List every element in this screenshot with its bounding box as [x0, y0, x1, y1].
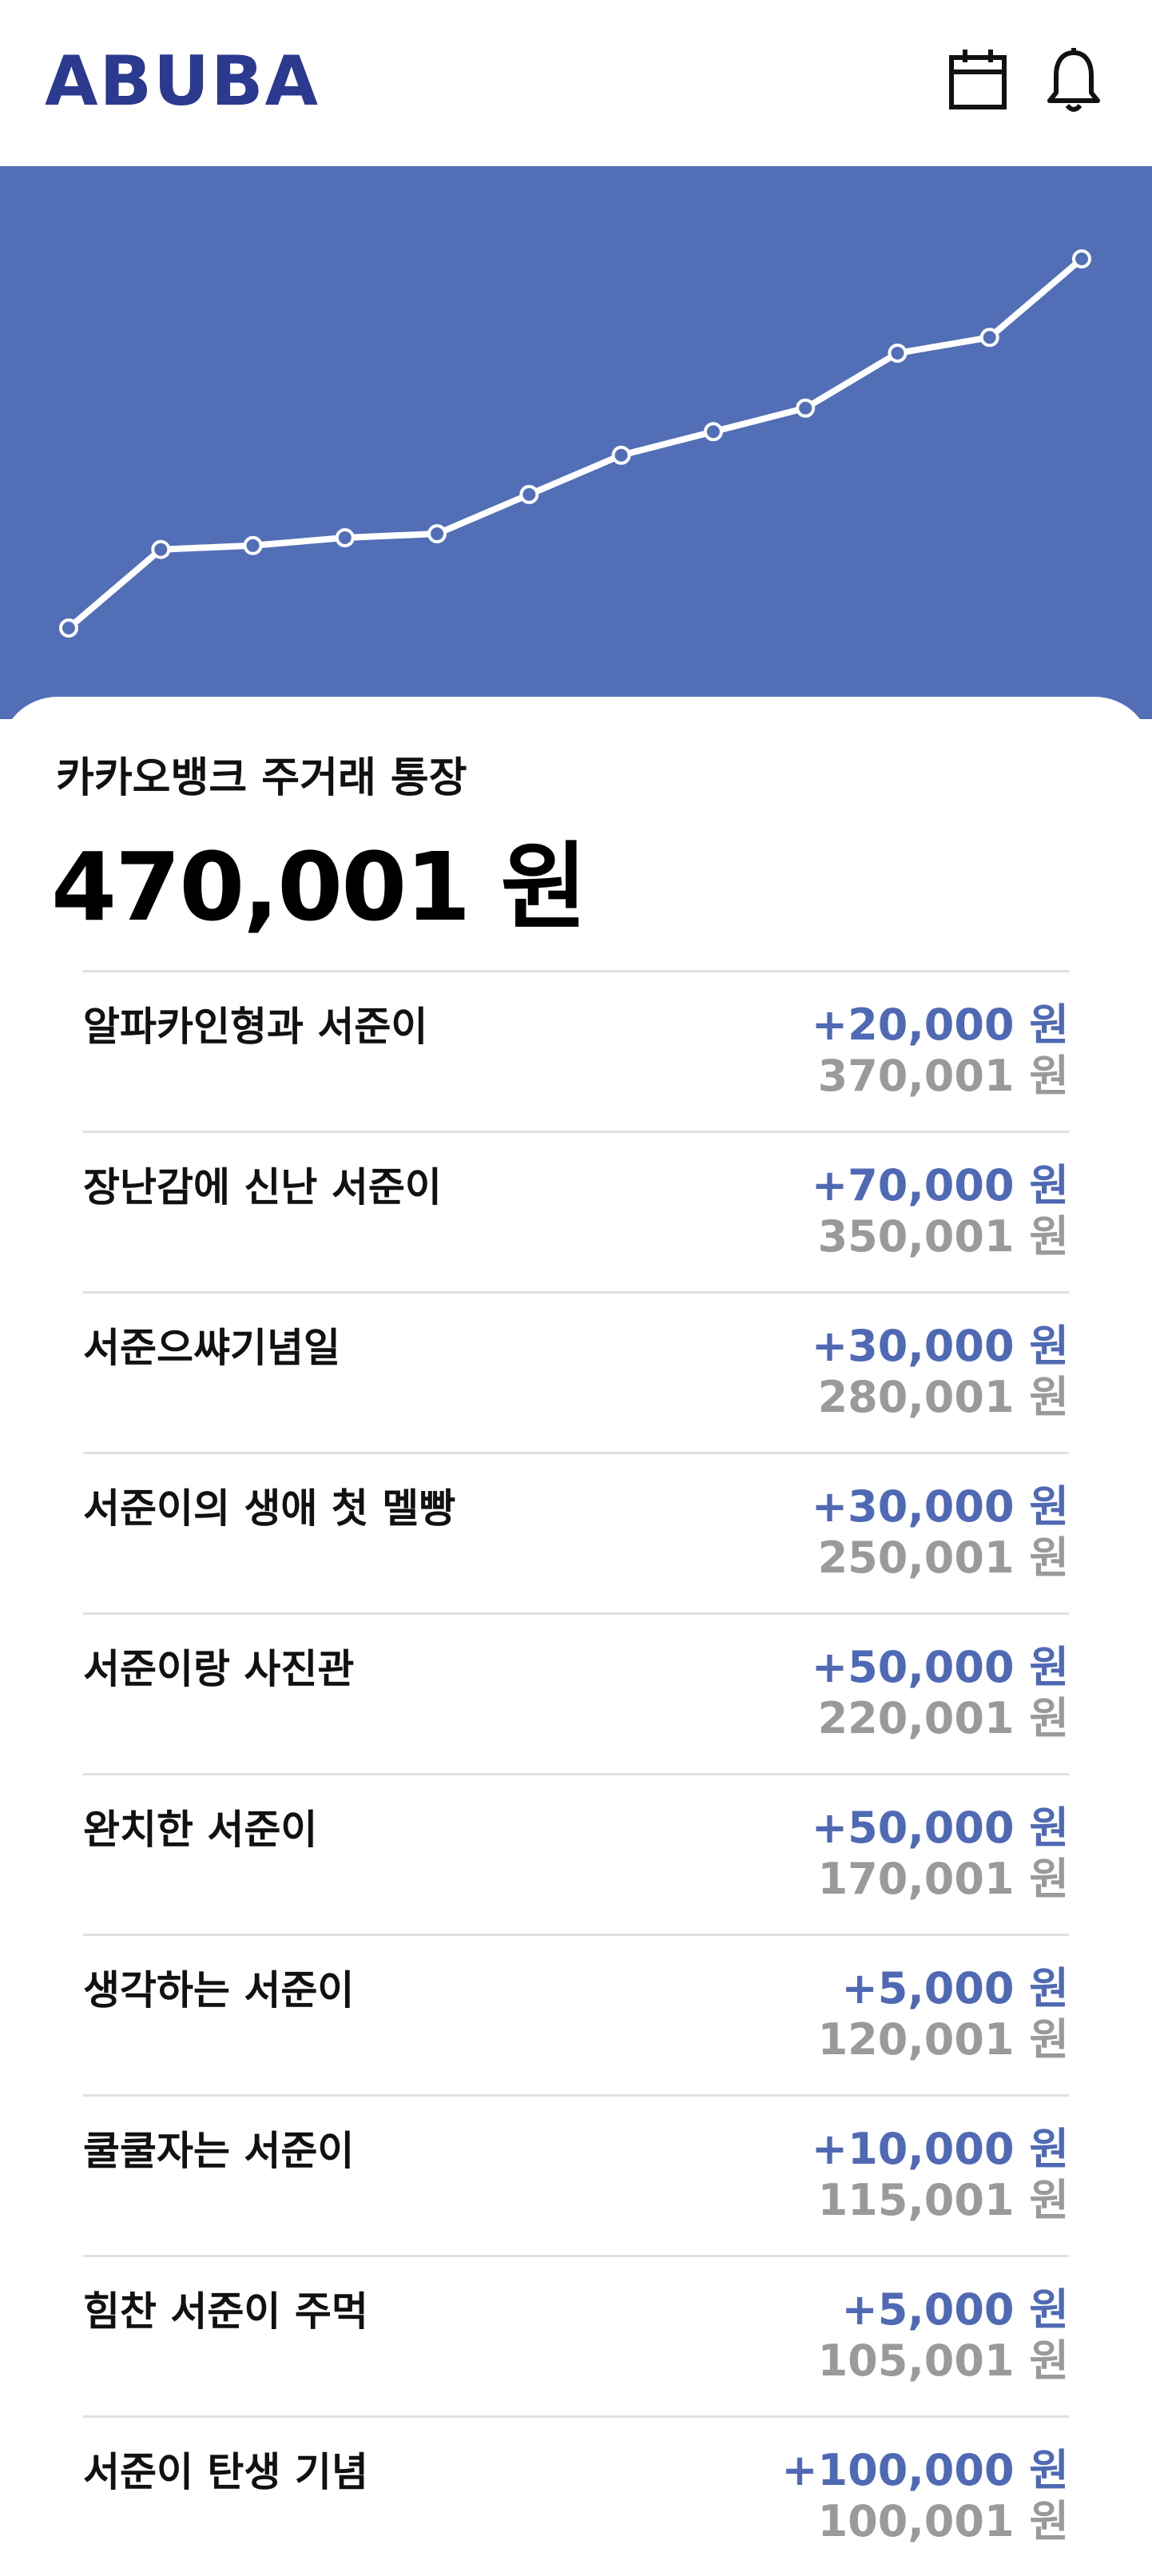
transaction-row[interactable]: 힘찬 서준이 주먹 +5,000 원 105,001 원	[83, 2255, 1069, 2415]
transaction-title: 알파카인형과 서준이	[83, 1004, 428, 1050]
balance-data-point	[519, 484, 539, 504]
app-logo[interactable]: ABUBA	[45, 42, 320, 121]
transaction-balance: 350,001 원	[817, 1211, 1069, 1262]
transaction-row[interactable]: 쿨쿨자는 서준이 +10,000 원 115,001 원	[83, 2094, 1069, 2255]
transaction-amount: +100,000 원	[781, 2445, 1069, 2495]
bell-icon	[1047, 48, 1100, 112]
transaction-title: 쿨쿨자는 서준이	[83, 2128, 355, 2174]
transaction-row[interactable]: 생각하는 서준이 +5,000 원 120,001 원	[83, 1934, 1069, 2094]
account-name: 카카오뱅크 주거래 통장	[56, 754, 467, 802]
account-sheet: 카카오뱅크 주거래 통장 470,001 원 알파카인형과 서준이 +20,000…	[0, 697, 1152, 2558]
transaction-amount: +70,000 원	[811, 1160, 1069, 1210]
transaction-title: 장난감에 신난 서준이	[83, 1164, 442, 1210]
transaction-amount: +5,000 원	[841, 2284, 1069, 2335]
balance-series-line	[66, 256, 1085, 631]
transaction-amount: +50,000 원	[811, 1642, 1069, 1692]
balance-data-point	[151, 539, 171, 559]
transaction-amount: +30,000 원	[811, 1321, 1069, 1371]
account-balance: 470,001 원	[51, 832, 587, 942]
transaction-title: 서준이랑 사진관	[83, 1646, 355, 1692]
transaction-balance: 220,001 원	[817, 1693, 1069, 1743]
transaction-amount: +20,000 원	[811, 1000, 1069, 1050]
transaction-balance: 250,001 원	[817, 1532, 1069, 1583]
transaction-row[interactable]: 서준이 탄생 기념 +100,000 원 100,001 원	[83, 2415, 1069, 2576]
transaction-balance: 370,001 원	[817, 1051, 1069, 1101]
transaction-title: 서준으쌰기념일	[83, 1325, 340, 1371]
balance-data-point	[427, 524, 447, 544]
transaction-amount: +30,000 원	[811, 1481, 1069, 1532]
calendar-button[interactable]	[947, 46, 1008, 113]
transaction-list: 알파카인형과 서준이 +20,000 원 370,001 원장난감에 신난 서준이 +…	[83, 970, 1069, 2576]
transaction-title: 서준이 탄생 기념	[83, 2449, 368, 2495]
transaction-row[interactable]: 장난감에 신난 서준이 +70,000 원 350,001 원	[83, 1131, 1069, 1291]
balance-data-point	[335, 527, 355, 547]
transaction-balance: 120,001 원	[817, 2014, 1069, 2065]
transaction-row[interactable]: 서준이의 생애 첫 멜빵 +30,000 원 250,001 원	[83, 1452, 1069, 1612]
transaction-title: 완치한 서준이	[83, 1807, 318, 1853]
balance-data-point	[243, 535, 263, 555]
balance-data-point	[59, 618, 78, 638]
balance-data-point	[611, 445, 631, 465]
transaction-balance: 100,001 원	[817, 2496, 1069, 2546]
calendar-icon	[949, 50, 1007, 109]
transaction-row[interactable]: 알파카인형과 서준이 +20,000 원 370,001 원	[83, 970, 1069, 1131]
transaction-row[interactable]: 서준으쌰기념일 +30,000 원 280,001 원	[83, 1291, 1069, 1452]
transaction-row[interactable]: 완치한 서준이 +50,000 원 170,001 원	[83, 1773, 1069, 1934]
transaction-balance: 105,001 원	[817, 2335, 1069, 2386]
balance-line-chart	[59, 249, 1091, 638]
transaction-amount: +5,000 원	[841, 1963, 1069, 2013]
balance-data-point	[703, 422, 723, 442]
transaction-balance: 170,001 원	[817, 1854, 1069, 1904]
balance-data-point	[1072, 249, 1091, 268]
transaction-title: 생각하는 서준이	[83, 1967, 355, 2013]
transaction-row[interactable]: 서준이랑 사진관 +50,000 원 220,001 원	[83, 1612, 1069, 1773]
top-app-bar: ABUBA	[0, 0, 1152, 166]
transaction-amount: +50,000 원	[811, 1803, 1069, 1853]
balance-data-point	[796, 398, 816, 418]
transaction-title: 서준이의 생애 첫 멜빵	[83, 1485, 456, 1532]
transaction-balance: 115,001 원	[817, 2175, 1069, 2225]
balance-chart	[0, 166, 1152, 719]
balance-data-point	[979, 328, 999, 348]
notifications-button[interactable]	[1043, 46, 1104, 113]
balance-data-point	[888, 343, 908, 363]
transaction-balance: 280,001 원	[817, 1372, 1069, 1422]
transaction-amount: +10,000 원	[811, 2124, 1069, 2174]
transaction-title: 힘찬 서준이 주먹	[83, 2288, 368, 2335]
